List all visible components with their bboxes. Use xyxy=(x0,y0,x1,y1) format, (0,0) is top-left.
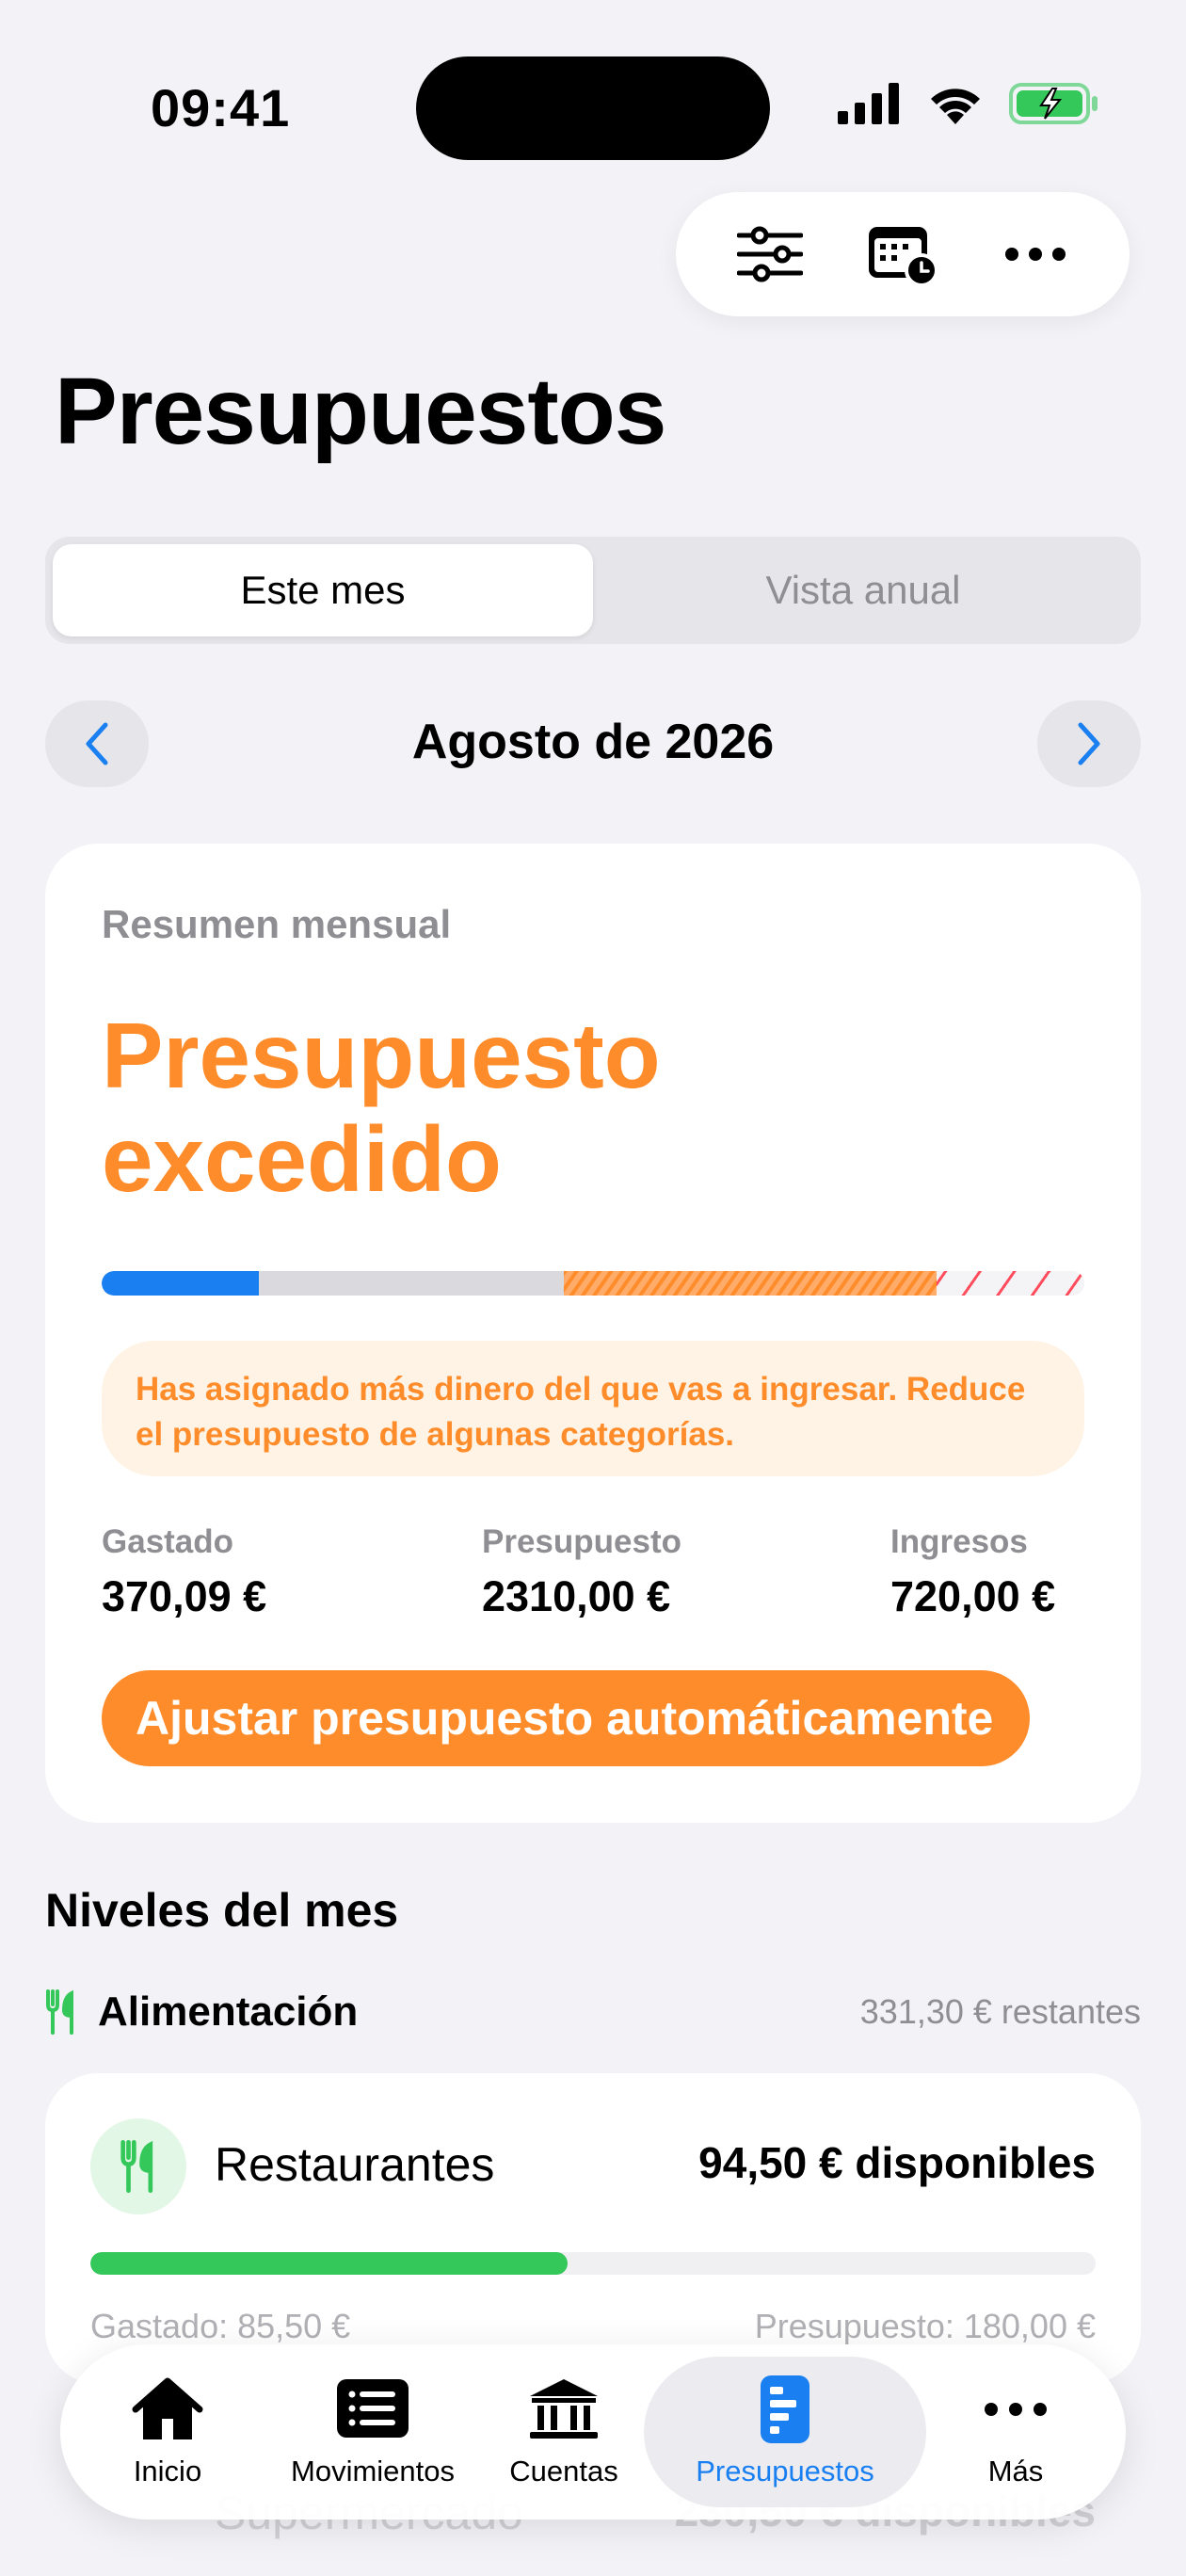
budget-item-budget: Presupuesto: 180,00 € xyxy=(754,2307,1096,2345)
stat-label-income: Ingresos xyxy=(890,1523,1028,1560)
stat-value-budget: 2310,00 € xyxy=(482,1572,671,1620)
tab-label: Movimientos xyxy=(291,2455,455,2487)
signal-icon xyxy=(838,83,899,124)
more-icon xyxy=(1004,248,1066,261)
segment-this-month[interactable]: Este mes xyxy=(53,544,593,636)
filter-sliders-icon xyxy=(737,226,804,282)
tab-movimientos[interactable]: Movimientos xyxy=(262,2357,484,2507)
tab-inicio[interactable]: Inicio xyxy=(73,2357,262,2507)
stat-label-spent: Gastado xyxy=(102,1523,234,1560)
top-toolbar xyxy=(676,192,1130,316)
stat-value-income: 720,00 € xyxy=(890,1572,1056,1620)
dynamic-island xyxy=(416,56,770,160)
period-segmented-control: Este mes Vista anual xyxy=(45,537,1141,644)
calendar-clock-icon xyxy=(868,227,938,287)
tab-presupuestos[interactable]: Presupuestos xyxy=(644,2357,926,2507)
stat-label-budget: Presupuesto xyxy=(482,1523,681,1560)
segment-annual-view[interactable]: Vista anual xyxy=(593,544,1133,636)
category-name: Alimentación xyxy=(98,1988,359,2035)
calendar-history-button[interactable] xyxy=(860,212,945,297)
budget-item-spent: Gastado: 85,50 € xyxy=(90,2307,351,2345)
category-header-food[interactable]: Alimentación 331,30 € restantes xyxy=(45,1988,1141,2036)
tab-cuentas[interactable]: Cuentas xyxy=(484,2357,644,2507)
bank-icon xyxy=(530,2379,598,2439)
list-icon xyxy=(337,2379,409,2438)
fork-knife-icon xyxy=(120,2140,153,2193)
next-month-button[interactable] xyxy=(1037,700,1141,787)
wifi-icon xyxy=(931,89,980,124)
progress-excess-segment xyxy=(937,1271,1084,1296)
levels-section-title: Niveles del mes xyxy=(45,1884,399,1937)
status-time: 09:41 xyxy=(151,78,291,137)
bottom-tab-bar: Inicio Movimientos Cuentas Presupuestos … xyxy=(60,2344,1126,2520)
stat-value-spent: 370,09 € xyxy=(102,1572,267,1620)
auto-adjust-budget-button[interactable]: Ajustar presupuesto automáticamente xyxy=(102,1670,1030,1766)
tab-mas[interactable]: Más xyxy=(926,2357,1105,2507)
page-title: Presupuestos xyxy=(55,359,666,464)
budget-item-progress-fill xyxy=(90,2252,569,2275)
category-remaining: 331,30 € restantes xyxy=(859,1992,1141,2031)
item-icon-badge xyxy=(90,2118,186,2214)
more-options-button[interactable] xyxy=(993,212,1078,297)
chevron-right-icon xyxy=(1078,722,1100,765)
tab-label: Cuentas xyxy=(509,2455,618,2487)
more-icon xyxy=(985,2403,1047,2416)
progress-budget-segment xyxy=(259,1271,564,1296)
battery-charging-icon xyxy=(1009,83,1098,124)
fork-knife-icon xyxy=(46,1989,73,2035)
status-icons xyxy=(838,83,1099,124)
house-icon xyxy=(132,2377,203,2439)
budget-chart-icon xyxy=(761,2375,809,2443)
overbudget-warning: Has asignado más dinero del que vas a in… xyxy=(102,1341,1084,1476)
progress-overbudget-segment xyxy=(563,1271,938,1296)
budget-progress-bar xyxy=(102,1271,1084,1296)
tab-label: Presupuestos xyxy=(696,2455,874,2487)
tab-label: Más xyxy=(987,2455,1044,2487)
tab-label: Inicio xyxy=(133,2455,202,2487)
progress-spent-segment xyxy=(102,1271,260,1296)
budget-item-progress-bar xyxy=(90,2252,1096,2275)
month-label: Agosto de 2026 xyxy=(411,715,775,769)
summary-subtitle: Resumen mensual xyxy=(102,902,452,946)
summary-status-headline: Presupuesto excedido xyxy=(102,1004,661,1211)
budget-item-available: 94,50 € disponibles xyxy=(698,2138,1096,2187)
budget-item-name: Restaurantes xyxy=(215,2138,495,2191)
filter-button[interactable] xyxy=(728,212,812,297)
